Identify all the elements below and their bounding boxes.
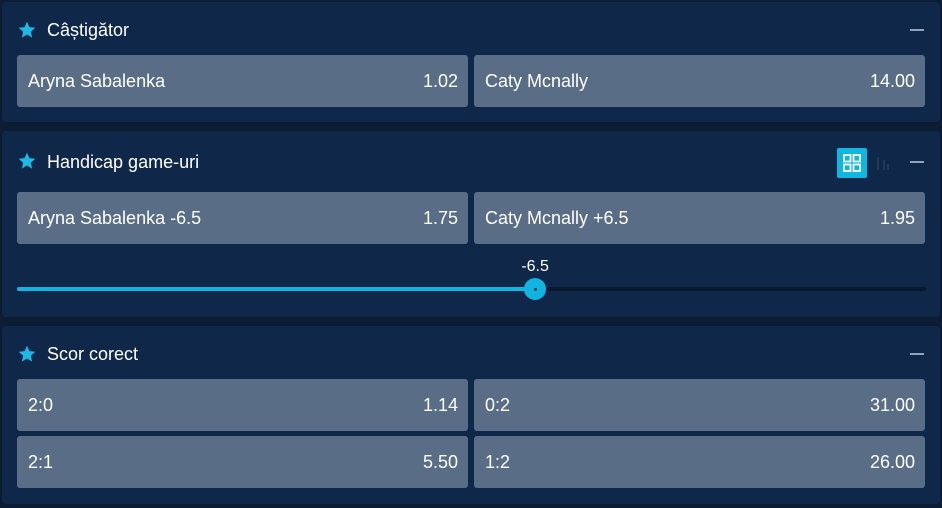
- star-icon[interactable]: [17, 20, 37, 40]
- slider-value-label: -6.5: [521, 258, 549, 275]
- outcome-label: Aryna Sabalenka -6.5: [28, 208, 202, 228]
- slider-handle[interactable]: [524, 278, 547, 300]
- grid-view-icon[interactable]: [837, 148, 867, 178]
- odd-button[interactable]: Aryna Sabalenka -6.5 1.75: [17, 192, 468, 244]
- market-title: Câștigător: [47, 20, 130, 40]
- market-winner: Câștigător Aryna Sabalenka 1.02 Caty Mcn…: [2, 2, 940, 122]
- outcome-label: Caty Mcnally +6.5: [485, 208, 629, 228]
- odd-button[interactable]: Aryna Sabalenka 1.02: [17, 55, 468, 107]
- odd-button[interactable]: 2:1 5.50: [17, 436, 468, 488]
- outcome-label: 2:0: [28, 395, 54, 415]
- market-title: Handicap game-uri: [47, 152, 200, 172]
- market-handicap: Handicap game-uri Aryna Sabalenka -6.5 1…: [2, 131, 940, 317]
- odd-button[interactable]: 2:0 1.14: [17, 379, 468, 431]
- outcome-label: Aryna Sabalenka: [28, 71, 166, 91]
- outcome-label: 2:1: [28, 452, 54, 472]
- slider-fill: [17, 287, 536, 291]
- odd-button[interactable]: Caty Mcnally +6.5 1.95: [474, 192, 925, 244]
- odd-button[interactable]: Caty Mcnally 14.00: [474, 55, 925, 107]
- market-correct-score: Scor corect 2:0 1.14 0:2 31.00 2:1 5.50 …: [2, 326, 940, 504]
- odd-value: 1.75: [422, 208, 458, 228]
- odd-value: 14.00: [869, 71, 915, 91]
- odd-button[interactable]: 1:2 26.00: [474, 436, 925, 488]
- market-header[interactable]: Handicap game-uri: [2, 131, 940, 187]
- odd-value: 1.14: [422, 395, 458, 415]
- outcome-label: Caty Mcnally: [485, 71, 589, 91]
- collapse-icon[interactable]: [910, 29, 924, 31]
- market-title: Scor corect: [47, 344, 139, 364]
- odd-value: 31.00: [869, 395, 915, 415]
- market-header[interactable]: Câștigător: [2, 2, 940, 58]
- star-icon[interactable]: [17, 151, 37, 171]
- collapse-icon[interactable]: [910, 161, 924, 163]
- odd-value: 1.95: [879, 208, 915, 228]
- handicap-slider[interactable]: [17, 278, 926, 300]
- odd-button[interactable]: 0:2 31.00: [474, 379, 925, 431]
- outcome-label: 0:2: [485, 395, 511, 415]
- odd-value: 26.00: [869, 452, 915, 472]
- star-icon[interactable]: [17, 344, 37, 364]
- odd-value: 5.50: [422, 452, 458, 472]
- collapse-icon[interactable]: [910, 353, 924, 355]
- list-view-icon[interactable]: [870, 148, 896, 178]
- market-header[interactable]: Scor corect: [2, 326, 940, 382]
- outcome-label: 1:2: [485, 452, 511, 472]
- odd-value: 1.02: [422, 71, 458, 91]
